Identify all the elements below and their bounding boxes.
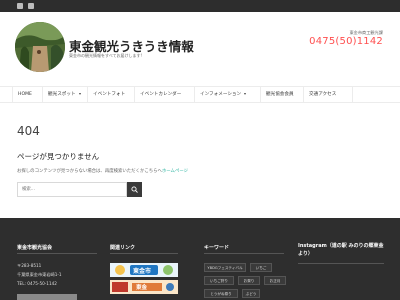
footer-postal: 〒283-8511 [17,263,42,268]
keyword-tag[interactable]: いちご狩り [204,276,234,285]
keyword-tag[interactable]: ぶどう [242,289,260,298]
nav-label: 観光スポット [48,92,76,97]
social-icon-2[interactable] [28,3,34,9]
home-link[interactable]: ホームページ [162,169,188,174]
nav-label: 交通アクセス [309,92,337,97]
footer-col3-title: キーワード [204,245,230,251]
footer-tel[interactable]: TEL: 0475-50-1142 [17,281,57,286]
footer-col4-rule [298,263,384,264]
nav-item-members[interactable]: 観光協会会員 [260,87,303,102]
contact-phone[interactable]: 0475(50)1142 [309,36,383,47]
nav-label: イベントカレンダー [140,92,182,97]
footer-col1-rule [17,253,97,254]
nav-item-event-photo[interactable]: イベントフォト [87,87,134,102]
site-logo-image[interactable] [15,22,65,72]
nav-item-home[interactable]: HOME [12,87,42,102]
error-message: お探しのコンテンツが見つからない場合は、再度検索いただくかこちらへホームページ [17,168,188,174]
nav-item-event-calendar[interactable]: イベントカレンダー [134,87,194,102]
keyword-tag[interactable]: とうがね祭り [204,289,238,298]
nav-item-spots[interactable]: 観光スポット [42,87,87,102]
top-bar [0,0,400,12]
error-code: 404 [17,124,40,138]
footer-col1-title: 東金市観光協会 [17,245,53,251]
footer-col2-rule [110,253,178,254]
nav-label: HOME [18,92,32,97]
keyword-tag[interactable]: YBDGフェスティバル [204,263,246,272]
keyword-tag[interactable]: お祭り [238,276,260,285]
nav-label: インフォメーション [200,92,242,97]
nav-item-information[interactable]: インフォメーション [194,87,260,102]
nav-item-access[interactable]: 交通アクセス [303,87,353,102]
city-banner-link[interactable]: 東金市 [110,263,178,277]
search-button[interactable] [127,182,142,197]
footer-col2-title: 関連リンク [110,245,136,251]
chevron-down-icon [244,92,247,95]
tourism-banner-link[interactable]: 東金 [110,280,178,294]
footer-address: 千葉県東金市東岩崎1-1 [17,272,62,277]
keyword-tag[interactable]: お正月 [264,276,286,285]
keyword-tag[interactable]: いちご [250,263,272,272]
main-nav: HOME 観光スポット イベントフォト イベントカレンダー インフォメーション … [0,86,400,103]
footer-col3-rule [204,253,284,254]
site-tagline: 東金市の観光情報をすべてお届けします! [69,53,143,58]
site-footer: 東金市観光協会 〒283-8511 千葉県東金市東岩崎1-1 TEL: 0475… [0,218,400,300]
search-input[interactable] [17,182,127,197]
error-title: ページが見つかりません [17,152,100,161]
nav-label: イベントフォト [93,92,126,97]
tourism-banner-label: 東金 [136,285,148,291]
chevron-down-icon [78,92,81,95]
footer-col4-title: Instagram（道の駅 みのりの郷東金より） [298,243,384,257]
social-icon-1[interactable] [17,3,23,9]
city-banner-label: 東金市 [133,268,152,275]
error-message-text: お探しのコンテンツが見つからない場合は、再度検索いただくかこちらへ [17,169,162,174]
footer-col1-image [17,294,77,300]
search-icon [131,186,138,193]
nav-label: 観光協会会員 [266,92,294,97]
